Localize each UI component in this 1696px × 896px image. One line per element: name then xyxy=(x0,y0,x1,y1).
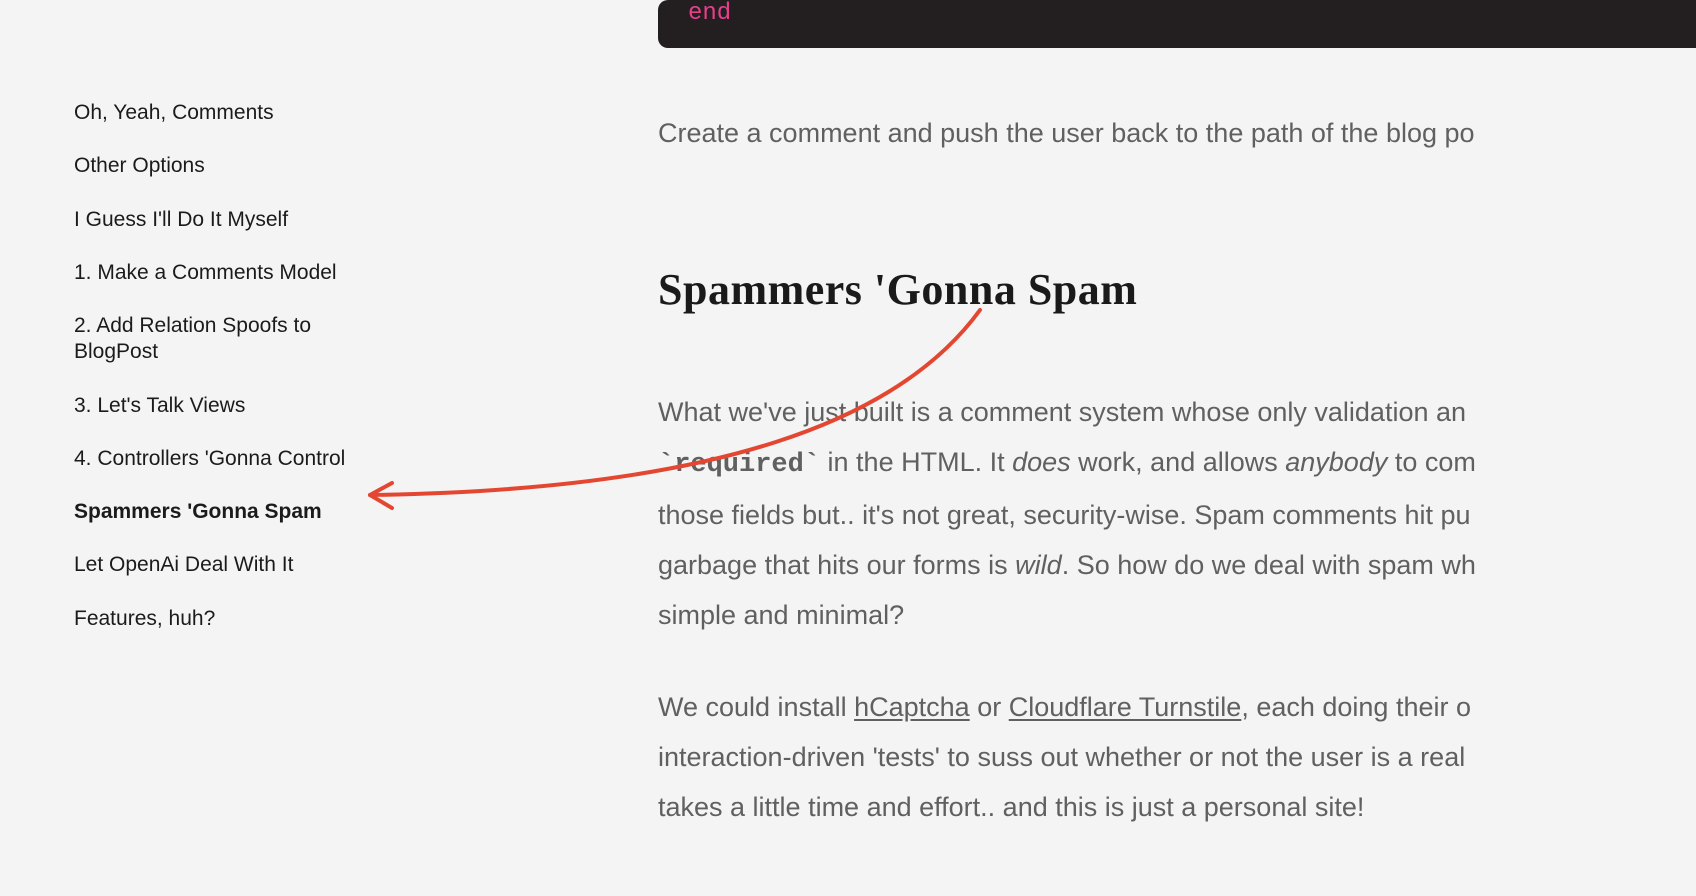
code-snippet: end xyxy=(688,0,731,26)
emphasis: does xyxy=(1012,447,1071,477)
toc-item-3[interactable]: 1. Make a Comments Model xyxy=(74,260,394,286)
text: work, and allows xyxy=(1071,447,1286,477)
text: . So how do we deal with spam wh xyxy=(1062,550,1476,580)
text: Create a comment and push the user back … xyxy=(658,118,1475,148)
toc-item-0[interactable]: Oh, Yeah, Comments xyxy=(74,100,394,126)
toc-item-4[interactable]: 2. Add Relation Spoofs to BlogPost xyxy=(74,313,394,366)
toc-item-2[interactable]: I Guess I'll Do It Myself xyxy=(74,207,394,233)
inline-code: `required` xyxy=(658,450,820,480)
toc-item-6[interactable]: 4. Controllers 'Gonna Control xyxy=(74,446,394,472)
text: interaction-driven 'tests' to suss out w… xyxy=(658,742,1465,772)
code-block: end xyxy=(658,0,1696,48)
link-cloudflare-turnstile[interactable]: Cloudflare Turnstile xyxy=(1009,692,1242,722)
body-paragraph-2: We could install hCaptcha or Cloudflare … xyxy=(658,682,1696,832)
text: , each doing their o xyxy=(1241,692,1471,722)
text: those fields but.. it's not great, secur… xyxy=(658,500,1471,530)
text: in the HTML. It xyxy=(820,447,1012,477)
link-hcaptcha[interactable]: hCaptcha xyxy=(854,692,970,722)
toc-item-8[interactable]: Let OpenAi Deal With It xyxy=(74,552,394,578)
body-paragraph-1: What we've just built is a comment syste… xyxy=(658,387,1696,640)
text: or xyxy=(970,692,1009,722)
toc-item-1[interactable]: Other Options xyxy=(74,153,394,179)
text: garbage that hits our forms is xyxy=(658,550,1015,580)
lead-paragraph: Create a comment and push the user back … xyxy=(658,108,1696,158)
text: simple and minimal? xyxy=(658,600,904,630)
emphasis: wild xyxy=(1015,550,1062,580)
text: What we've just built is a comment syste… xyxy=(658,397,1466,427)
section-heading: Spammers 'Gonna Spam xyxy=(658,264,1696,315)
toc-item-5[interactable]: 3. Let's Talk Views xyxy=(74,393,394,419)
emphasis: anybody xyxy=(1285,447,1387,477)
table-of-contents: Oh, Yeah, Comments Other Options I Guess I… xyxy=(74,100,394,659)
toc-item-7[interactable]: Spammers 'Gonna Spam xyxy=(74,499,394,525)
toc-item-9[interactable]: Features, huh? xyxy=(74,606,394,632)
text: to com xyxy=(1387,447,1476,477)
text: takes a little time and effort.. and thi… xyxy=(658,792,1364,822)
text: We could install xyxy=(658,692,854,722)
article-body: end Create a comment and push the user b… xyxy=(658,0,1696,832)
